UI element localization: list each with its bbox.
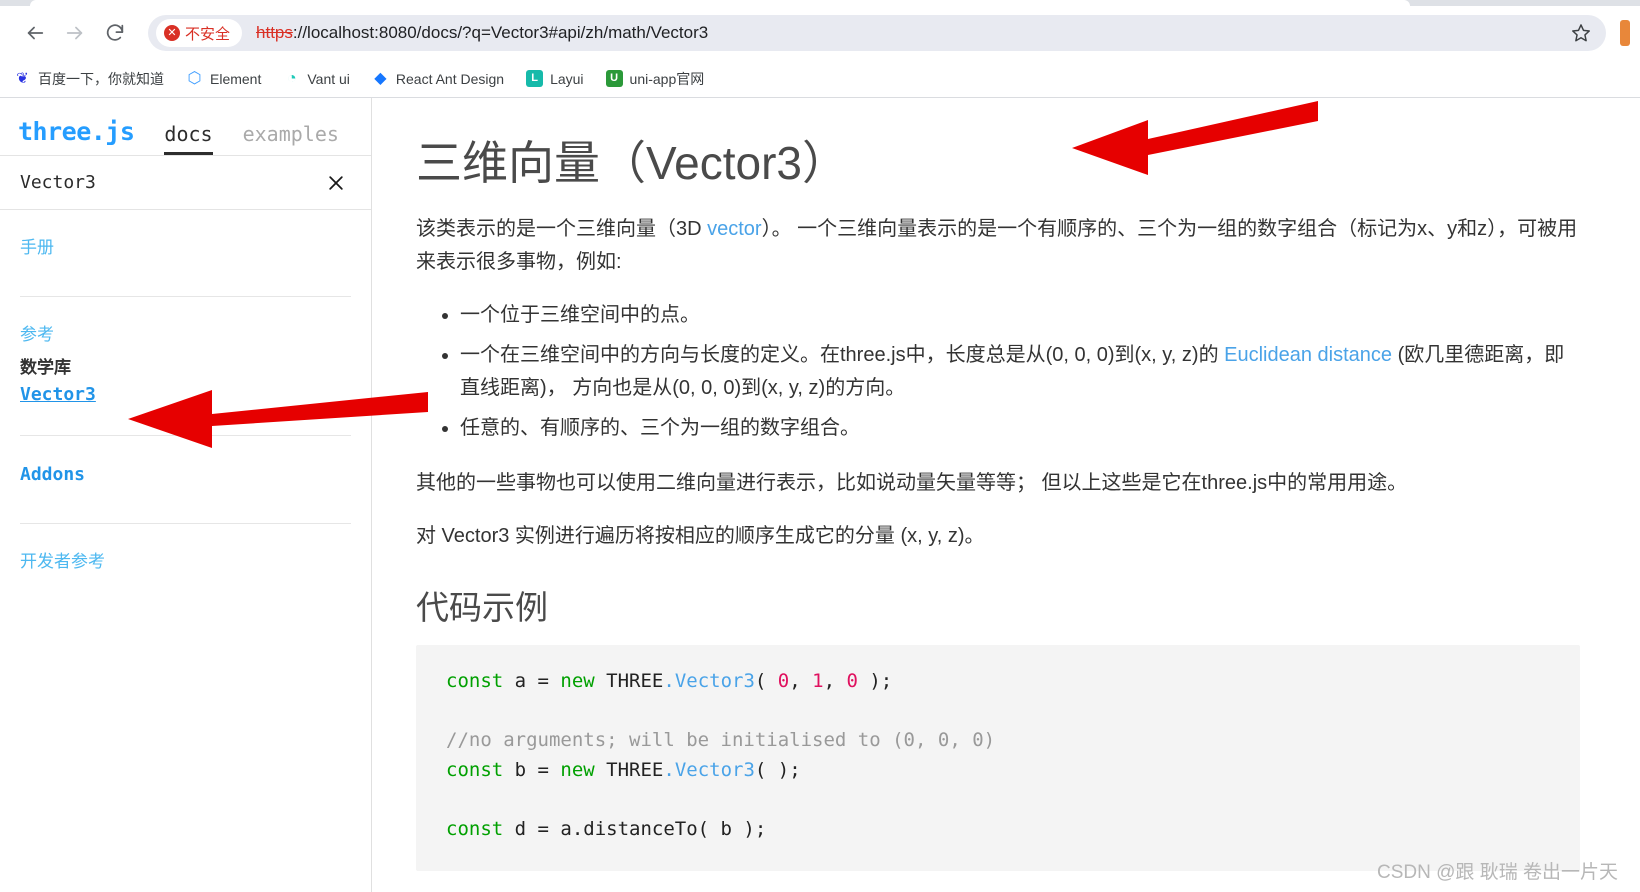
code-token: , [789,670,813,693]
list-item-text: 任意的、有顺序的、三个为一组的数字组合。 [460,417,860,440]
profile-avatar[interactable] [1620,20,1630,46]
code-token: a = [514,670,561,693]
sidebar-filter-row [0,156,371,210]
bookmarks-bar: ❦ 百度一下，你就知道 ⬡ Element ◔ Vant ui ◆ React … [0,60,1640,98]
star-outline-icon[interactable] [1566,18,1596,48]
code-token: THREE [606,759,664,782]
brand-logo[interactable]: three.js [18,117,135,155]
code-token: new [560,670,607,693]
sidebar-item-manual[interactable]: 手册 [20,236,351,260]
code-token: b = [514,759,561,782]
security-badge[interactable]: ✕ 不安全 [156,19,243,47]
code-token: d = a.distanceTo( b ); [514,818,767,841]
sidebar-header: three.js docs examples [0,98,371,156]
code-token: const [446,759,515,782]
bookmark-label: Element [210,70,262,87]
code-line: const a = new THREE.Vector3( 0, 1, 0 ); [446,667,1550,697]
vector-link[interactable]: vector [707,218,761,240]
code-token: , [823,670,847,693]
page-viewport: three.js docs examples 手册 参考 数学库 Vector3 [0,98,1640,892]
bookmark-label: 百度一下，你就知道 [38,70,164,87]
list-item: 一个在三维空间中的方向与长度的定义。在three.js中，长度总是从(0, 0,… [460,339,1580,405]
doc-content: 三维向量（Vector3） 该类表示的是一个三维向量（3D vector）。 一… [372,98,1640,892]
list-item-before: 一个在三维空间中的方向与长度的定义。在three.js中，长度总是从(0, 0,… [460,344,1225,367]
back-button[interactable] [18,16,52,50]
code-token: .Vector3 [663,670,755,693]
sidebar-nav: 手册 参考 数学库 Vector3 Addons 开发者参考 [0,210,371,891]
bookmark-react-ant-design[interactable]: ◆ React Ant Design [372,70,504,87]
code-token: 1 [812,670,824,693]
code-example-block[interactable]: const a = new THREE.Vector3( 0, 1, 0 ); … [416,645,1580,871]
code-token: const [446,670,515,693]
baidu-icon: ❦ [16,70,29,87]
browser-window: ✕ 不安全 https://localhost:8080/docs/?q=Vec… [0,0,1640,892]
ant-design-icon: ◆ [374,69,387,87]
sidebar-section-reference: 参考 数学库 Vector3 [20,297,351,436]
sidebar-item-reference[interactable]: 参考 [20,323,351,347]
address-bar[interactable]: ✕ 不安全 https://localhost:8080/docs/?q=Vec… [148,15,1606,51]
url-text: https://localhost:8080/docs/?q=Vector3#a… [256,23,708,43]
bookmark-element[interactable]: ⬡ Element [186,69,262,87]
watermark: CSDN @跟 耿瑞 卷出一片天 [1377,862,1618,883]
vant-icon: ◔ [287,69,297,87]
code-token: const [446,818,515,841]
euclidean-distance-link[interactable]: Euclidean distance [1224,344,1392,366]
tab-docs[interactable]: docs [164,122,213,155]
bookmark-layui[interactable]: L Layui [526,70,584,87]
code-token: .Vector3 [663,759,755,782]
intro-paragraph: 该类表示的是一个三维向量（3D vector）。 一个三维向量表示的是一个有顺序… [416,213,1580,279]
sidebar-section-manual: 手册 [20,210,351,297]
code-line: const b = new THREE.Vector3( ); [446,756,1550,786]
close-icon[interactable] [323,170,349,196]
url-rest: ://localhost:8080/docs/?q=Vector3#api/zh… [292,23,709,42]
url-scheme: https [256,23,293,42]
code-token: 0 [777,670,790,693]
section-heading-code-example: 代码示例 [416,589,548,627]
intro-before: 该类表示的是一个三维向量（3D [416,218,708,241]
code-line: const d = a.distanceTo( b ); [446,815,1550,845]
browser-toolbar: ✕ 不安全 https://localhost:8080/docs/?q=Vec… [0,6,1640,60]
search-input[interactable] [20,172,323,193]
bookmark-uni-app[interactable]: U uni-app官网 [605,69,705,89]
docs-sidebar: three.js docs examples 手册 参考 数学库 Vector3 [0,98,372,892]
sidebar-section-addons: Addons [20,436,351,524]
list-item-text: 一个位于三维空间中的点。 [460,304,700,327]
reload-button[interactable] [98,16,132,50]
list-item: 一个位于三维空间中的点。 [460,299,1580,332]
security-badge-label: 不安全 [185,24,231,43]
bookmark-vant-ui[interactable]: ◔ Vant ui [283,70,350,87]
code-token: THREE [606,670,664,693]
element-ui-icon: ⬡ [187,69,202,87]
uniapp-icon: U [605,70,623,87]
sidebar-item-developer-reference[interactable]: 开发者参考 [20,550,351,574]
code-token: 0 [846,670,858,693]
page-title: 三维向量（Vector3） [416,137,848,189]
layui-icon: L [526,70,544,87]
code-token: ( [754,670,778,693]
bookmark-label: Vant ui [307,70,350,87]
danger-circle-icon: ✕ [164,25,180,41]
forward-button[interactable] [58,16,92,50]
sidebar-item-vector3[interactable]: Vector3 [20,384,96,405]
tab-examples[interactable]: examples [243,122,339,155]
list-item: 任意的、有顺序的、三个为一组的数字组合。 [460,412,1580,445]
code-token: //no arguments; will be initialised to (… [446,729,996,752]
code-token: ); [857,670,893,693]
bookmark-label: React Ant Design [395,70,505,87]
bookmark-label: Layui [550,70,584,87]
sidebar-subheading-math: 数学库 [20,357,71,377]
code-token: ( ); [754,759,801,782]
sidebar-item-addons[interactable]: Addons [20,462,351,487]
code-line: //no arguments; will be initialised to (… [446,726,1550,756]
paragraph-other-usages: 其他的一些事物也可以使用二维向量进行表示，比如说动量矢量等等； 但以上这些是它在… [416,472,1408,495]
code-token: new [560,759,607,782]
bookmark-baidu[interactable]: ❦ 百度一下，你就知道 [14,69,164,89]
sidebar-section-developer-reference: 开发者参考 [20,524,351,610]
usage-list: 一个位于三维空间中的点。 一个在三维空间中的方向与长度的定义。在three.js… [416,299,1580,445]
bookmark-label: uni-app官网 [629,70,705,87]
paragraph-iteration: 对 Vector3 实例进行遍历将按相应的顺序生成它的分量 (x, y, z)。 [416,525,985,548]
